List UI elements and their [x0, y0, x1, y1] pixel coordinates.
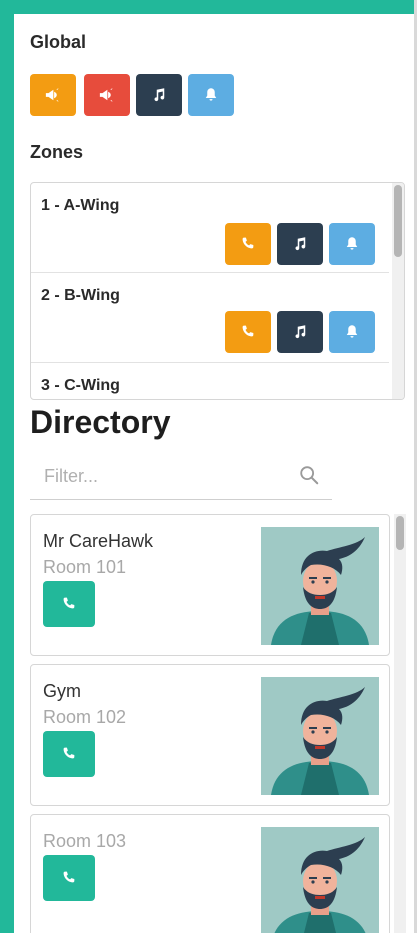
global-page-button[interactable]: [30, 74, 76, 116]
search-icon[interactable]: [298, 464, 320, 486]
zone-item-b-wing: 2 - B-Wing: [31, 273, 389, 363]
app-frame-left: [0, 0, 14, 933]
avatar: [261, 827, 379, 933]
zones-scrollbar-thumb[interactable]: [394, 185, 402, 257]
zone-b-bell-button[interactable]: [329, 311, 375, 353]
directory-title: Directory: [30, 404, 171, 440]
megaphone-icon: [44, 86, 62, 104]
directory-card-room-102: Gym Room 102: [30, 664, 390, 806]
phone-icon: [239, 235, 257, 253]
music-note-icon: [150, 86, 168, 104]
phone-icon: [60, 745, 78, 763]
megaphone-icon: [98, 86, 116, 104]
phone-icon: [60, 595, 78, 613]
zone-b-music-button[interactable]: [277, 311, 323, 353]
filter-input[interactable]: [44, 462, 274, 490]
zone-name: 2 - B-Wing: [41, 287, 120, 304]
bell-icon: [343, 323, 361, 341]
phone-icon: [239, 323, 257, 341]
directory-list: Mr CareHawk Room 101 Gym Room 102 Room 1…: [30, 514, 406, 933]
music-note-icon: [291, 323, 309, 341]
directory-card-room-101: Mr CareHawk Room 101: [30, 514, 390, 656]
directory-scrollbar[interactable]: [394, 514, 406, 933]
bell-icon: [202, 86, 220, 104]
music-note-icon: [291, 235, 309, 253]
directory-filter: [30, 452, 332, 500]
zone-name: 1 - A-Wing: [41, 197, 120, 214]
global-section-label: Global: [30, 32, 87, 52]
zones-list: 1 - A-Wing 2 - B-Wing 3 - C-Wing: [30, 182, 405, 400]
zone-a-music-button[interactable]: [277, 223, 323, 265]
zone-a-call-button[interactable]: [225, 223, 271, 265]
global-bell-button[interactable]: [188, 74, 234, 116]
global-emergency-page-button[interactable]: [84, 74, 130, 116]
global-music-button[interactable]: [136, 74, 182, 116]
phone-icon: [60, 869, 78, 887]
bell-icon: [343, 235, 361, 253]
app-frame-top: [0, 0, 417, 14]
call-button[interactable]: [43, 855, 95, 901]
zone-item-c-wing: 3 - C-Wing: [31, 363, 389, 399]
zones-section-label: Zones: [30, 142, 84, 162]
contact-name: Mr CareHawk: [43, 531, 154, 551]
call-button[interactable]: [43, 731, 95, 777]
zone-a-bell-button[interactable]: [329, 223, 375, 265]
zone-b-call-button[interactable]: [225, 311, 271, 353]
zone-name: 3 - C-Wing: [41, 377, 120, 394]
contact-room: Room 103: [43, 831, 127, 851]
zone-item-a-wing: 1 - A-Wing: [31, 183, 389, 273]
contact-room: Room 102: [43, 707, 127, 727]
directory-scrollbar-thumb[interactable]: [396, 516, 404, 550]
avatar: [261, 677, 379, 795]
paging-panel: Global Zones 1 - A-Wing 2 - B-Wing 3 - C…: [14, 14, 414, 933]
call-button[interactable]: [43, 581, 95, 627]
contact-room: Room 101: [43, 557, 127, 577]
avatar: [261, 527, 379, 645]
zones-scrollbar[interactable]: [392, 183, 404, 399]
directory-card-room-103: Room 103: [30, 814, 390, 933]
contact-name: Gym: [43, 681, 81, 701]
